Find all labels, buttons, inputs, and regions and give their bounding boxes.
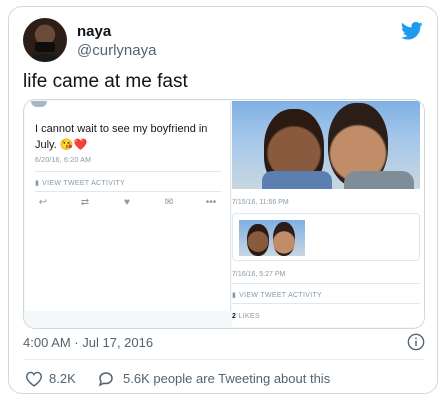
like-count[interactable]: 8.2K <box>49 371 76 386</box>
thumbnail-person-1 <box>247 224 269 256</box>
activity-icon: ▮ <box>35 180 40 187</box>
avatar-shirt <box>29 54 61 62</box>
likes-number: 2 <box>232 313 237 320</box>
embedded-tweet-text: I cannot wait to see my boyfriend in Jul… <box>35 123 208 151</box>
thumbnail-photo <box>239 220 305 256</box>
likes-count: 2 LIKES <box>232 313 260 320</box>
couple-photo <box>232 101 420 189</box>
divider <box>35 171 221 172</box>
embedded-avatar <box>31 101 47 107</box>
user-handle[interactable]: @curlynaya <box>77 42 156 59</box>
display-name[interactable]: naya <box>77 23 111 40</box>
heart-icon[interactable] <box>25 371 43 387</box>
divider <box>35 191 221 192</box>
heart-icon: ♥ <box>124 197 130 208</box>
divider <box>232 283 420 284</box>
activity-label: VIEW TWEET ACTIVITY <box>239 292 322 299</box>
nested-tweet-time: 7/16/16, 5:27 PM <box>232 271 286 278</box>
photo-clothing-1 <box>262 171 332 189</box>
embedded-media[interactable]: I cannot wait to see my boyfriend in Jul… <box>23 99 425 329</box>
info-icon[interactable] <box>407 333 425 351</box>
embedded-tweet-left: I cannot wait to see my boyfriend in Jul… <box>25 101 231 311</box>
avatar-mask <box>35 42 55 52</box>
embedded-tweet-right: 7/15/16, 11:56 PM 7/16/16, 5:27 PM ▮ VIEW… <box>232 101 424 327</box>
reply-icon[interactable] <box>97 370 115 388</box>
view-activity-link: ▮ VIEW TWEET ACTIVITY <box>35 179 125 187</box>
likes-label: LIKES <box>238 313 260 320</box>
thumbnail-person-2 <box>273 222 295 256</box>
message-icon: ✉ <box>164 197 174 208</box>
more-icon: ••• <box>205 197 217 208</box>
divider <box>232 303 420 304</box>
embedded-tweet-time: 6/20/16, 6:20 AM <box>35 157 92 164</box>
photo-clothing-2 <box>344 171 414 189</box>
reply-icon: ↩ <box>38 197 48 208</box>
conversation-link[interactable]: 5.6K people are Tweeting about this <box>123 371 330 386</box>
action-row: ↩ ⇄ ♥ ✉ ••• <box>35 197 219 208</box>
avatar[interactable] <box>23 18 67 62</box>
tweet-text: life came at me fast <box>23 71 188 92</box>
activity-label: VIEW TWEET ACTIVITY <box>42 180 125 187</box>
activity-icon: ▮ <box>232 292 237 299</box>
retweet-icon: ⇄ <box>80 197 90 208</box>
view-activity-link: ▮ VIEW TWEET ACTIVITY <box>232 291 322 299</box>
tweet-card: naya @curlynaya life came at me fast I c… <box>8 6 438 394</box>
tweet-timestamp[interactable]: 4:00 AM · Jul 17, 2016 <box>23 335 153 350</box>
footer-divider <box>23 359 425 360</box>
embedded-photo-time: 7/15/16, 11:56 PM <box>232 199 289 206</box>
twitter-bird-icon[interactable] <box>401 21 423 41</box>
nested-tweet-card <box>232 213 420 261</box>
